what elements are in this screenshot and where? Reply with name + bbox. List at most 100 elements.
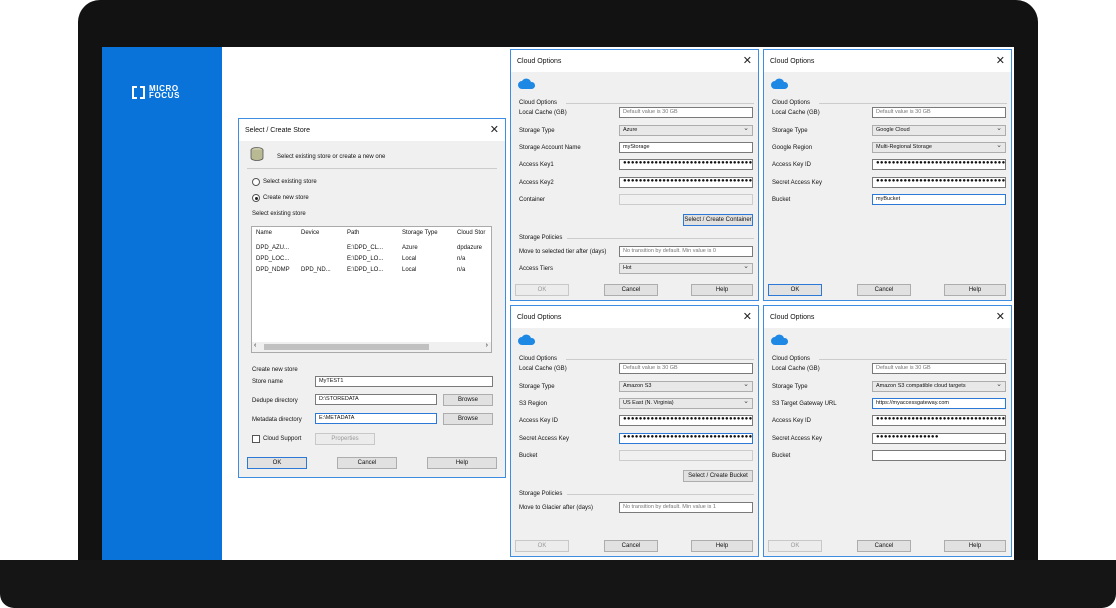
horizontal-scrollbar[interactable]: ‹ › [252,342,491,352]
col-cloud-store[interactable]: Cloud Stor [457,230,485,236]
store-list[interactable]: Name Device Path Storage Type Cloud Stor… [251,226,492,353]
secret-key-input[interactable]: ●●●●●●●●●●●●●●●● [872,433,1006,444]
radio-new-label[interactable]: Create new store [263,195,309,201]
close-icon[interactable]: ✕ [743,312,752,323]
close-icon[interactable]: ✕ [490,125,499,136]
chevron-left-icon[interactable]: ‹ [254,342,256,349]
section-label: Cloud Options [772,100,810,106]
access-key-id-input[interactable]: ●●●●●●●●●●●●●●●●●●●●●●●●●●●●●●●●●● [872,159,1006,170]
existing-store-label: Select existing store [252,211,306,217]
ok-button[interactable]: OK [515,284,569,296]
ok-button[interactable]: OK [768,284,822,296]
local-cache-label: Local Cache (GB) [772,366,820,372]
dialog-titlebar: Select / Create Store ✕ [239,119,505,141]
table-row[interactable]: DPD_NDMP DPD_ND... E:\DPD_LO... Local n/… [252,267,491,277]
s3-region-label: S3 Region [519,401,547,407]
secret-key-input[interactable]: ●●●●●●●●●●●●●●●●●●●●●●●●●●●●●●●●●● [872,177,1006,188]
local-cache-input[interactable]: Default value is 30 GB [619,363,753,374]
storage-type-select[interactable]: Google Cloud [872,125,1006,136]
cloud-support-label[interactable]: Cloud Support [263,436,301,442]
properties-button[interactable]: Properties [315,433,375,445]
help-button[interactable]: Help [691,540,753,552]
cancel-button[interactable]: Cancel [604,540,658,552]
ok-button[interactable]: OK [247,457,307,469]
col-path[interactable]: Path [347,230,359,236]
table-row[interactable]: DPD_LOC... E:\DPD_LO... Local n/a [252,256,491,266]
move-tier-label: Move to selected tier after (days) [519,249,606,255]
help-button[interactable]: Help [427,457,497,469]
dialog-title: Cloud Options [517,314,561,321]
dedupe-input[interactable]: D:\STOREDATA [315,394,437,405]
bucket-input[interactable] [619,450,753,461]
gateway-url-input[interactable]: https://myaccessgateway.com [872,398,1006,409]
s3-compatible-cloud-options-dialog: Cloud Options ✕ Cloud Options Local Cach… [763,305,1012,557]
select-create-container-button[interactable]: Select / Create Container [683,214,753,226]
secret-key-label: Secret Access Key [772,436,822,442]
dialog-title: Cloud Options [517,58,561,65]
s3-cloud-options-dialog: Cloud Options ✕ Cloud Options Local Cach… [510,305,759,557]
storage-type-select[interactable]: Amazon S3 [619,381,753,392]
storage-type-label: Storage Type [772,128,808,134]
bucket-input[interactable] [872,450,1006,461]
close-icon[interactable]: ✕ [996,56,1005,67]
dialog-title: Cloud Options [770,314,814,321]
help-button[interactable]: Help [944,540,1006,552]
col-storage-type[interactable]: Storage Type [402,230,438,236]
local-cache-input[interactable]: Default value is 30 GB [619,107,753,118]
radio-existing[interactable] [252,178,260,186]
local-cache-input[interactable]: Default value is 30 GB [872,363,1006,374]
create-store-label: Create new store [252,367,298,373]
dedupe-browse-button[interactable]: Browse [443,394,493,406]
help-button[interactable]: Help [944,284,1006,296]
section-label: Cloud Options [519,356,557,362]
secret-key-input[interactable]: ●●●●●●●●●●●●●●●●●●●●●●●●●●●●●●●●●● [619,433,753,444]
s3-region-select[interactable]: US East (N. Virginia) [619,398,753,409]
col-name[interactable]: Name [256,230,272,236]
cancel-button[interactable]: Cancel [604,284,658,296]
close-icon[interactable]: ✕ [743,56,752,67]
logo-mark-icon [132,86,145,99]
storage-type-select[interactable]: Amazon S3 compatible cloud targets [872,381,1006,392]
cancel-button[interactable]: Cancel [857,284,911,296]
table-row[interactable]: DPD_AZU... E:\DPD_CL... Azure dpdazure [252,245,491,255]
access-key2-label: Access Key2 [519,180,554,186]
help-button[interactable]: Help [691,284,753,296]
metadata-browse-button[interactable]: Browse [443,413,493,425]
access-tiers-select[interactable]: Hot [619,263,753,274]
metadata-input[interactable]: E:\METADATA [315,413,437,424]
container-input[interactable] [619,194,753,205]
radio-existing-label[interactable]: Select existing store [263,179,317,185]
google-region-select[interactable]: Multi-Regional Storage [872,142,1006,153]
access-key2-input[interactable]: ●●●●●●●●●●●●●●●●●●●●●●●●●●●●●●●●●● [619,177,753,188]
account-name-input[interactable]: myStorage [619,142,753,153]
dialog-title: Cloud Options [770,58,814,65]
close-icon[interactable]: ✕ [996,312,1005,323]
store-name-input[interactable]: MyTEST1 [315,376,493,387]
access-key-id-input[interactable]: ●●●●●●●●●●●●●●●●●●●●●●●●●●●●●●●●●● [619,415,753,426]
select-create-bucket-button[interactable]: Select / Create Bucket [683,470,753,482]
ok-button[interactable]: OK [515,540,569,552]
move-tier-input[interactable]: No transition by default. Min value is 0 [619,246,753,257]
chevron-right-icon[interactable]: › [486,342,488,349]
bucket-label: Bucket [772,453,790,459]
local-cache-input[interactable]: Default value is 30 GB [872,107,1006,118]
storage-type-select[interactable]: Azure [619,125,753,136]
access-key1-label: Access Key1 [519,162,554,168]
ok-button[interactable]: OK [768,540,822,552]
cancel-button[interactable]: Cancel [337,457,397,469]
access-key1-input[interactable]: ●●●●●●●●●●●●●●●●●●●●●●●●●●●●●●●●●● [619,159,753,170]
intro-text: Select existing store or create a new on… [277,154,385,160]
secret-key-label: Secret Access Key [519,436,569,442]
glacier-input[interactable]: No transition by default. Min value is 1 [619,502,753,513]
gateway-url-label: S3 Target Gateway URL [772,401,837,407]
section-label: Cloud Options [519,100,557,106]
col-device[interactable]: Device [301,230,319,236]
bucket-input[interactable]: myBucket [872,194,1006,205]
scroll-thumb[interactable] [264,344,429,350]
radio-new[interactable] [252,194,260,202]
access-key-id-input[interactable]: ●●●●●●●●●●●●●●●●●●●●●●●●●●●●●●●●●● [872,415,1006,426]
cancel-button[interactable]: Cancel [857,540,911,552]
storage-policies-label: Storage Policies [519,235,562,241]
cloud-icon [518,334,536,345]
cloud-support-checkbox[interactable] [252,435,260,443]
